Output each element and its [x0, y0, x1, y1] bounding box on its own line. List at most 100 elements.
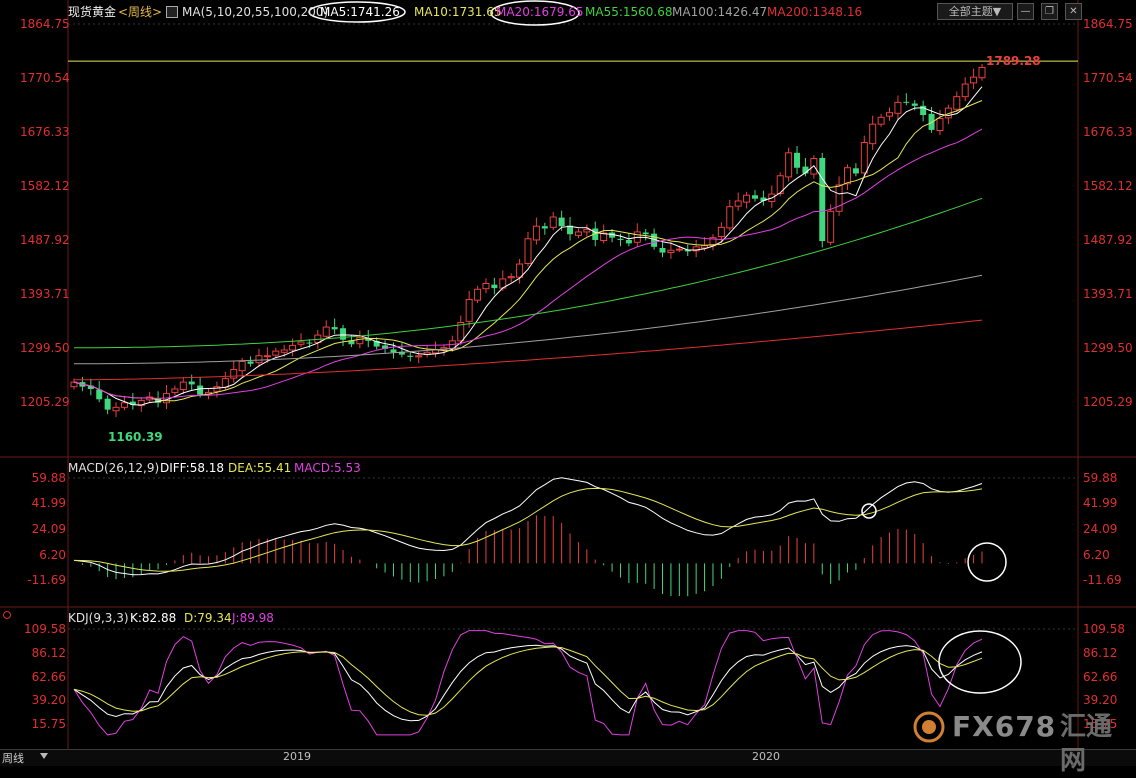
period-chevron-icon[interactable]: [40, 753, 48, 759]
logo-sub: 汇通网: [1060, 712, 1113, 776]
candle-body: [978, 66, 986, 79]
candle-body: [197, 385, 204, 395]
candle-body: [306, 342, 313, 344]
price-tick-label-r: 1393.71: [1083, 286, 1133, 301]
low-annotation: 1160.39: [108, 430, 163, 444]
candle-body: [667, 249, 675, 254]
ma200-line: [74, 319, 983, 381]
candle-body: [297, 341, 305, 345]
time-axis-bar: [0, 749, 1136, 766]
candle-body: [104, 398, 111, 410]
fx678-logo: FX678 汇通网: [912, 710, 1122, 776]
macd-tick-label-r: 24.09: [1083, 522, 1118, 536]
candle-body: [785, 152, 793, 178]
kdj-k-line: [73, 644, 983, 722]
candle-body: [877, 116, 885, 125]
candle-body: [221, 378, 229, 388]
candle-body: [289, 344, 297, 351]
candle-body: [491, 284, 498, 289]
candle-body: [549, 216, 557, 228]
period-button[interactable]: 周线: [2, 750, 24, 766]
kdj-tick-label-r: 86.12: [1083, 645, 1118, 660]
candle-body: [928, 113, 935, 130]
kdj-tick-label-l: 86.12: [31, 645, 66, 660]
candle-body: [827, 210, 835, 243]
ma55-line: [74, 197, 983, 349]
price-tick-label-l: 1393.71: [20, 286, 70, 301]
macd-header: MACD(26,12,9) DIFF:58.18 DEA:55.41 MACD:…: [68, 459, 568, 477]
minimize-icon[interactable]: —: [1017, 3, 1034, 20]
candle-body: [726, 206, 734, 229]
year-label-2020: 2020: [752, 750, 780, 763]
kdj-tick-label-r: 39.20: [1083, 693, 1118, 708]
kdj-k-value: K:82.88: [130, 611, 177, 625]
price-tick-label-r: 1205.29: [1083, 395, 1133, 409]
kdj-j-line: [73, 630, 983, 736]
kdj-tick-label-l: 62.66: [31, 669, 66, 684]
macd-params: MACD(26,12,9): [68, 461, 160, 475]
candle-body: [675, 248, 683, 251]
candle-body: [179, 381, 187, 391]
logo-brand: FX678: [952, 710, 1057, 743]
candle-body: [970, 76, 978, 84]
candle-body: [415, 355, 423, 358]
candle-body: [356, 336, 364, 345]
price-tick-label-l: 1770.54: [20, 71, 70, 85]
ma-toggle-icon[interactable]: [166, 6, 178, 18]
candle-body: [903, 101, 910, 103]
kdj-tick-label-l: 15.75: [31, 717, 66, 731]
panel-close-icon[interactable]: [3, 611, 11, 619]
candle-body: [894, 101, 902, 114]
ma20-value: MA20:1679.65: [496, 5, 584, 19]
ma5-value: MA5:1741.26: [320, 5, 400, 19]
candle-body: [230, 368, 238, 379]
price-tick-label-r: 1676.33: [1083, 125, 1133, 139]
candle-body: [120, 402, 128, 408]
candle-body: [112, 406, 120, 412]
candle-body: [843, 167, 851, 185]
candle-body: [390, 349, 397, 353]
theme-dropdown-button[interactable]: 全部主题▼: [937, 3, 1013, 20]
candle-body: [717, 226, 725, 238]
candle-body: [263, 355, 271, 358]
candle-body: [280, 349, 288, 353]
period-label[interactable]: <周线>: [118, 3, 162, 21]
candle-body: [213, 386, 221, 392]
kdj-tick-label-l: 109.58: [24, 622, 66, 636]
macd-tick-label-l: 6.20: [39, 547, 66, 562]
candle-body: [255, 355, 263, 364]
restore-icon[interactable]: ❐: [1041, 3, 1058, 20]
candle-body: [869, 123, 877, 145]
kdj-tick-label-r: 62.66: [1083, 669, 1118, 684]
symbol-name: 现货黄金: [68, 5, 117, 19]
price-tick-label-r: 1487.92: [1083, 232, 1133, 247]
close-icon[interactable]: ✕: [1065, 3, 1082, 20]
candle-body: [331, 327, 338, 330]
macd-tick-label-l: 41.99: [31, 496, 66, 511]
macd-dea-value: DEA:55.41: [228, 461, 292, 475]
candle-body: [819, 157, 826, 242]
price-tick-label-l: 1864.75: [20, 17, 70, 31]
year-label-2019: 2019: [283, 750, 311, 763]
candle-body: [617, 238, 624, 240]
candle-body: [659, 247, 666, 253]
candle-body: [524, 238, 532, 264]
kdj-j-value: J:89.98: [232, 611, 274, 625]
candle-body: [171, 388, 179, 393]
macd-tick-label-l: 59.88: [31, 471, 66, 485]
candle-body: [532, 225, 540, 241]
candle-body: [238, 360, 246, 372]
candle-body: [953, 96, 961, 110]
candle-body: [407, 355, 414, 357]
candle-body: [734, 200, 742, 207]
ma200-value: MA200:1348.16: [767, 5, 863, 19]
macd-hist-value: MACD:5.53: [294, 461, 361, 475]
macd-diff-value: DIFF:58.18: [160, 461, 225, 475]
price-tick-label-r: 1299.50: [1083, 340, 1133, 355]
candle-body: [583, 229, 591, 233]
candle-body: [516, 263, 524, 278]
price-tick-label-r: 1770.54: [1083, 71, 1133, 85]
high-annotation: 1789.28: [986, 54, 1041, 68]
price-tick-label-l: 1487.92: [20, 232, 70, 247]
kdj-header: KDJ(9,3,3) K:82.88 D:79.34 J:89.98: [68, 609, 468, 627]
